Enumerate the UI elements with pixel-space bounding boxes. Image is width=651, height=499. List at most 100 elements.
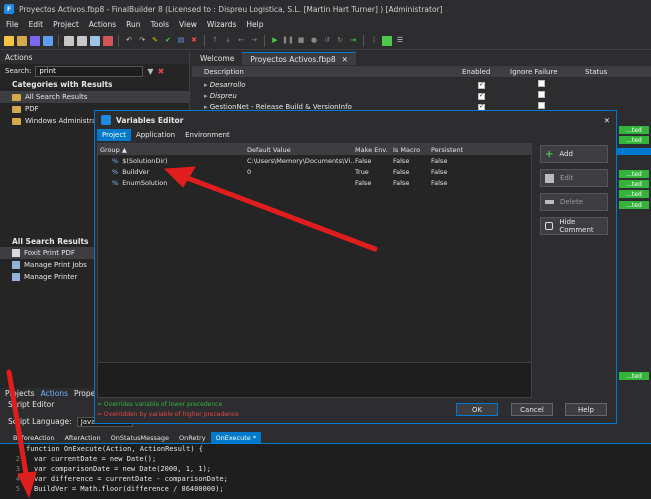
hide-comment-button[interactable]: Hide Comment [540,217,608,235]
arrow-up-icon[interactable]: ↑ [210,36,220,46]
redo-icon[interactable]: ↷ [137,36,147,46]
arrow-down-icon[interactable]: ↓ [223,36,233,46]
run-to-icon[interactable]: ⇥ [348,36,358,46]
plus-icon: + [545,148,554,160]
save-all-icon[interactable] [43,35,53,46]
paste-icon[interactable] [90,35,100,46]
col-default-value[interactable]: Default Value [247,146,355,154]
pause-icon[interactable]: ❚❚ [282,36,294,46]
delete-button[interactable]: Delete [540,193,608,211]
code-editor[interactable]: function OnExecute(Action, ActionResult)… [0,443,651,499]
menu-edit[interactable]: Edit [29,20,44,29]
col-group[interactable]: Group ▲ [98,146,247,154]
copy-icon[interactable] [77,35,87,46]
stop-icon[interactable]: ■ [296,36,306,46]
col-is-macro[interactable]: Is Macro [393,146,431,154]
table-row[interactable]: % BuildVer 0 True False False [98,166,531,177]
status-icon[interactable] [382,35,392,46]
document-tabs: Welcome Proyectos Activos.fbp8 ✕ [192,51,651,65]
folder-icon [12,117,21,125]
tab-after-action[interactable]: AfterAction [60,432,106,443]
save-icon[interactable] [30,35,40,46]
title-bar: F Proyectos Activos.fbp8 - FinalBuilder … [0,0,651,18]
tab-application[interactable]: Application [131,129,180,141]
cancel-button[interactable]: Cancel [511,403,553,416]
tab-actions[interactable]: Actions [41,389,68,398]
expand-icon[interactable]: ▸ [204,92,208,100]
search-input[interactable]: print [35,65,144,77]
table-row[interactable]: % EnumSolution False False False [98,177,531,188]
edit-button[interactable]: Edit [540,169,608,187]
col-status[interactable]: Status [585,68,635,76]
menu-view[interactable]: View [179,20,197,29]
close-icon[interactable]: ✕ [604,116,610,125]
close-icon[interactable]: ✕ [342,55,348,64]
comment-box[interactable] [97,362,532,398]
step-out-icon[interactable]: ↻ [335,36,345,46]
ok-button[interactable]: OK [456,403,498,416]
event-tabs: BeforeAction AfterAction OnStatusMessage… [0,432,651,443]
status-badge: ...ted [619,126,649,134]
menu-bar: File Edit Project Actions Run Tools View… [0,18,651,31]
col-ignore-failure[interactable]: Ignore Failure [510,68,585,76]
new-icon[interactable] [4,35,14,46]
ignore-checkbox[interactable] [538,80,545,87]
folder-icon [12,93,21,101]
table-row[interactable]: ▸ Desarrollo ✓ [192,79,651,90]
tab-project[interactable]: Project [97,129,131,141]
enabled-checkbox[interactable]: ✓ [478,81,485,89]
printer-icon [12,261,20,269]
arrow-right-icon[interactable]: → [249,36,259,46]
col-description[interactable]: Description [192,68,462,76]
col-enabled[interactable]: Enabled [462,68,510,76]
col-persistent[interactable]: Persistent [431,146,491,154]
enabled-checkbox[interactable]: ✓ [478,92,485,100]
clear-search-icon[interactable]: ✖ [158,67,165,76]
legend-red: = Overridden by variable of higher prece… [97,411,239,418]
step-into-icon[interactable]: ● [309,36,319,46]
comment-icon[interactable]: ▤ [176,36,186,46]
code-line: 5 BuildVer = Math.floor(difference / 8640… [15,485,224,493]
category-item[interactable]: All Search Results [0,91,189,103]
code-line: 3 var comparisonDate = new Date(2000, 1, … [15,465,212,473]
options-icon[interactable]: ☰ [395,36,405,46]
tab-environment[interactable]: Environment [180,129,235,141]
menu-actions[interactable]: Actions [89,20,116,29]
help-button[interactable]: Help [565,403,607,416]
edit-icon[interactable]: ✎ [150,36,160,46]
menu-project[interactable]: Project [53,20,79,29]
undo-icon[interactable]: ↶ [124,36,134,46]
tab-project[interactable]: Proyectos Activos.fbp8 ✕ [242,52,356,65]
delete-icon[interactable] [103,35,113,46]
tab-welcome[interactable]: Welcome [192,52,242,65]
ignore-checkbox[interactable] [538,102,545,109]
menu-file[interactable]: File [6,20,19,29]
variable-icon: % [112,156,119,165]
edit-icon [545,173,554,183]
tab-on-status-message[interactable]: OnStatusMessage [106,432,174,443]
menu-run[interactable]: Run [126,20,140,29]
tab-before-action[interactable]: BeforeAction [8,432,60,443]
status-badge: ...ted [619,190,649,198]
ignore-checkbox[interactable] [538,91,545,98]
check-icon[interactable]: ✔ [163,36,173,46]
tab-projects[interactable]: Projects [5,389,35,398]
tab-on-retry[interactable]: OnRetry [174,432,211,443]
menu-tools[interactable]: Tools [151,20,169,29]
menu-help[interactable]: Help [246,20,263,29]
open-icon[interactable] [17,35,27,46]
run-icon[interactable]: ▶ [270,36,280,46]
table-row[interactable]: ▸ Dispreu ✓ [192,90,651,101]
col-make-env[interactable]: Make Env. [355,146,393,154]
filter-icon[interactable]: ▼ [147,67,153,76]
cut-icon[interactable] [64,35,74,46]
arrow-left-icon[interactable]: ← [236,36,246,46]
cancel-icon[interactable]: ✖ [189,36,199,46]
step-over-icon[interactable]: ↺ [322,36,332,46]
menu-wizards[interactable]: Wizards [207,20,237,29]
add-button[interactable]: + Add [540,145,608,163]
expand-icon[interactable]: ▸ [204,81,208,89]
table-row[interactable]: % $(SolutionDir) C:\Users\Memory\Document… [98,155,531,166]
variables-icon[interactable]: ⋮ [369,36,379,46]
tab-on-execute[interactable]: OnExecute * [210,432,262,443]
